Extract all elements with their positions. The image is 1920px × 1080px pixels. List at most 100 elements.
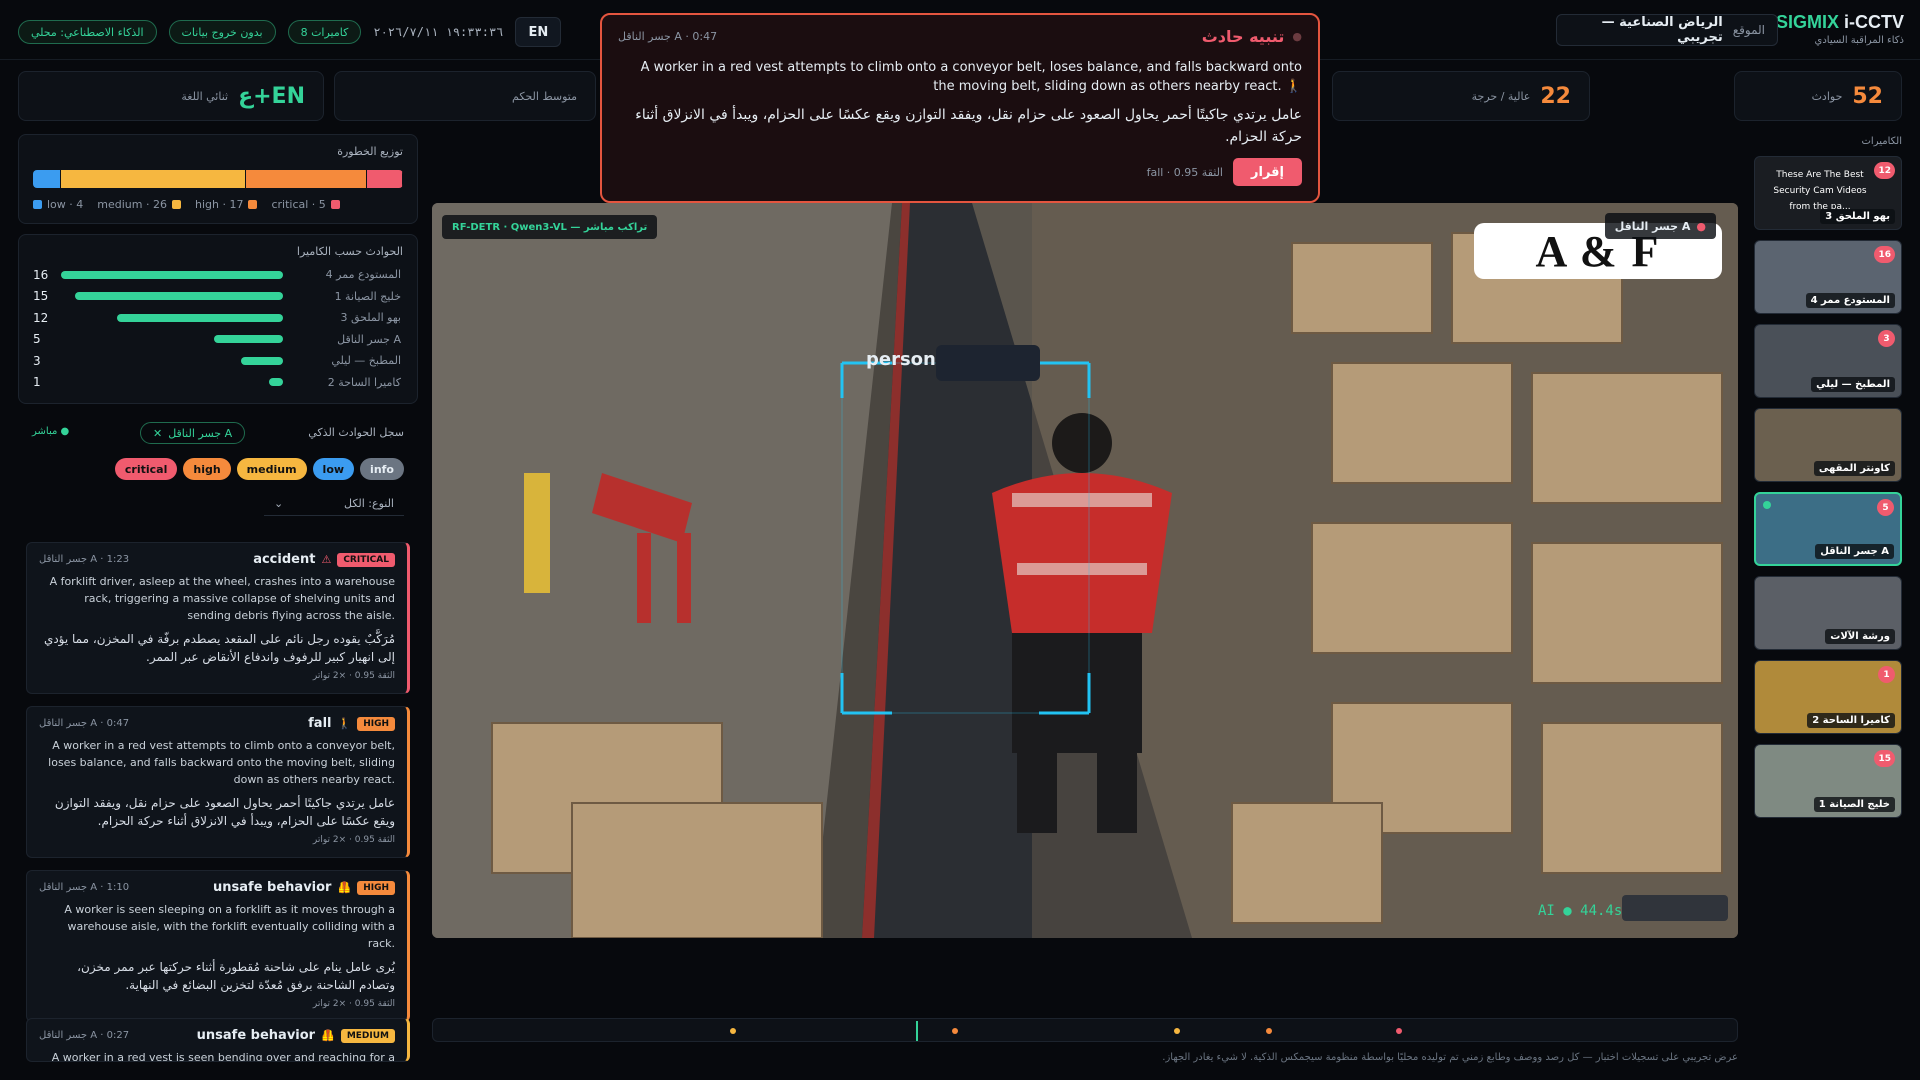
incident-meta: جسر الناقل A · 0:27	[39, 1030, 130, 1041]
camera-thumbnail[interactable]: ورشة الآلات	[1754, 576, 1902, 650]
legend-medium-swatch	[171, 200, 181, 209]
incident-description-ar: يُرى عامل ينام على شاحنة مُقطورة أثناء ح…	[77, 960, 395, 992]
incident-meta: جسر الناقل A · 1:10	[39, 882, 130, 893]
camera-thumbnail[interactable]: 16 المستودع ممر 4	[1754, 240, 1902, 314]
chevron-down-icon: ⌄	[274, 497, 284, 510]
severity-badge: CRITICAL	[337, 552, 395, 567]
alert-dot-icon: ●	[1292, 30, 1302, 43]
cameras-title: الكاميرات	[1861, 136, 1902, 147]
incident-type-icon: 🚶	[337, 717, 352, 730]
camera-bar-row: 5 جسر الناقل A	[33, 329, 403, 351]
timeline-event-marker[interactable]	[1174, 1028, 1181, 1034]
thumbnail-caption: These Are The Best Security Cam Videos f…	[1773, 170, 1867, 209]
timeline-event-marker[interactable]	[1265, 1028, 1272, 1034]
video-player[interactable]: person RF-DETR · Qwen3-VL — تراكب مباشر …	[432, 203, 1738, 938]
stat-bilingual-label: ثنائي اللغة	[181, 89, 229, 103]
camera-bar-track	[61, 356, 283, 365]
incident-type-icon: 🦺	[321, 1029, 335, 1042]
thumbnail-camera-name: خليج الصيانة 1	[1813, 797, 1895, 812]
timeline-event-marker[interactable]	[952, 1028, 959, 1034]
camera-count-pill: 8 كاميرات	[287, 20, 362, 44]
stat-incidents-value: 52	[1852, 83, 1883, 109]
timeline-playhead[interactable]	[916, 1021, 919, 1041]
detection-tag	[936, 345, 1040, 381]
site-selector[interactable]: الموقع الرياض الصناعية — تجريبي	[1556, 14, 1778, 46]
language-toggle-button[interactable]: EN	[515, 17, 562, 47]
camera-thumbnail[interactable]: 3 المطبخ — ليلي	[1754, 324, 1902, 398]
brand-suffix: i-CCTV	[1844, 12, 1904, 32]
acknowledge-button[interactable]: إقرار	[1233, 158, 1302, 186]
camera-bar-count: 16	[33, 267, 49, 282]
camera-thumbnail[interactable]: These Are The Best Security Cam Videos f…	[1754, 156, 1902, 230]
filter-low[interactable]: low	[312, 458, 355, 480]
video-frame	[432, 203, 1738, 938]
incident-log-header: سجل الحوادث الذكي ✕ جسر الناقل A مباشر ●…	[18, 416, 418, 526]
camera-bar-track	[61, 313, 283, 322]
camera-bar-count: 15	[33, 289, 49, 304]
thumbnail-camera-name: جسر الناقل A	[1815, 544, 1894, 559]
timeline-event-marker[interactable]	[1396, 1028, 1403, 1034]
incident-card[interactable]: جسر الناقل A · 0:27 unsafe behavior 🦺 MEDIU…	[26, 1018, 410, 1062]
camera-bar-track	[61, 335, 283, 344]
camera-bar-fill	[116, 313, 283, 322]
event-timeline[interactable]	[432, 1018, 1738, 1042]
camera-thumbnail[interactable]: 1 كاميرا الساحة 2	[1754, 660, 1902, 734]
legend-low-swatch	[33, 200, 42, 209]
incident-description-en: A worker is seen sleeping on a forklift …	[64, 903, 395, 950]
type-select-value: النوع: الكل	[344, 497, 394, 510]
incident-alert-popup: جسر الناقل A · 0:47 تنبيه حادث ● A worker…	[600, 13, 1320, 203]
camera-bar-name: خليج الصيانة 1	[334, 289, 401, 303]
thumbnail-camera-name: كاونتر المقهى	[1813, 461, 1895, 476]
thumbnail-incident-count: 3	[1878, 330, 1895, 347]
legend-high: high · 17	[195, 198, 258, 211]
risk-segment-low	[33, 170, 62, 188]
incident-card-header: جسر الناقل A · 0:27 unsafe behavior 🦺 MEDIU…	[39, 1028, 395, 1043]
alert-meta: جسر الناقل A · 0:47	[618, 30, 718, 43]
incident-type: fall	[308, 716, 332, 731]
camera-thumbnail[interactable]: كاونتر المقهى	[1754, 408, 1902, 482]
status-bar: الذكاء الاصطناعي: محلي بدون خروج بيانات …	[18, 17, 562, 47]
camera-bar-row: 16 المستودع ممر 4	[33, 264, 403, 286]
incident-type: accident	[253, 552, 316, 567]
incident-card[interactable]: جسر الناقل A · 0:47 fall 🚶 HIGH A worker in …	[26, 706, 410, 858]
camera-bar-count: 5	[33, 332, 41, 347]
camera-bar-count: 1	[33, 375, 41, 390]
camera-filter-chip[interactable]: ✕ جسر الناقل A	[140, 422, 246, 444]
incident-meta: جسر الناقل A · 0:47	[39, 718, 130, 729]
camera-bar-name: كاميرا الساحة 2	[327, 375, 401, 389]
camera-bar-name: جسر الناقل A	[337, 332, 401, 346]
risk-segment-high	[246, 170, 368, 188]
datetime: ١٩:٣٣:٣٦ ٢٠٢٦/٧/١١	[373, 25, 504, 39]
camera-bar-fill	[213, 335, 283, 344]
thumbnail-incident-count: 15	[1874, 750, 1895, 767]
camera-thumbnail[interactable]: 15 خليج الصيانة 1	[1754, 744, 1902, 818]
fall-icon: 🚶	[1285, 79, 1302, 94]
camera-thumbnail[interactable]: 5 جسر الناقل A	[1754, 492, 1902, 566]
legend-critical: critical · 5	[271, 198, 340, 211]
thumbnail-incident-count: 5	[1877, 499, 1894, 516]
type-select[interactable]: ⌄ النوع: الكل	[264, 492, 404, 516]
stat-avg-confidence-label: متوسط الحكم	[512, 89, 577, 103]
stat-bilingual-value: ع+EN	[238, 83, 305, 109]
brand-prefix: SIGMIX	[1775, 12, 1839, 32]
filter-high[interactable]: high	[183, 458, 231, 480]
risk-segment-critical	[367, 170, 403, 188]
camera-bar-fill	[61, 270, 283, 279]
filter-critical[interactable]: critical	[114, 458, 178, 480]
severity-badge: MEDIUM	[340, 1028, 395, 1043]
incident-card[interactable]: جسر الناقل A · 1:10 unsafe behavior 🦺 HIGH A…	[26, 870, 410, 1022]
timeline-event-marker[interactable]	[730, 1028, 737, 1034]
stat-high-critical: عالية / حرجة 22	[1332, 71, 1590, 121]
camera-bar-count: 12	[33, 310, 49, 325]
camera-bar-fill	[241, 356, 283, 365]
detection-label: person	[866, 349, 936, 370]
close-icon[interactable]: ✕	[153, 427, 162, 440]
camera-bar-name: بهو الملحق 3	[340, 311, 402, 325]
filter-medium[interactable]: medium	[236, 458, 307, 480]
incident-card[interactable]: جسر الناقل A · 1:23 accident ⚠ CRITICAL A fo…	[26, 542, 410, 694]
filter-info[interactable]: info	[360, 458, 404, 480]
thumbnail-camera-name: المستودع ممر 4	[1805, 293, 1895, 308]
incident-card-header: جسر الناقل A · 0:47 fall 🚶 HIGH	[39, 716, 395, 731]
incident-type: unsafe behavior	[213, 880, 332, 895]
thumbnail-incident-count: 16	[1874, 246, 1895, 263]
